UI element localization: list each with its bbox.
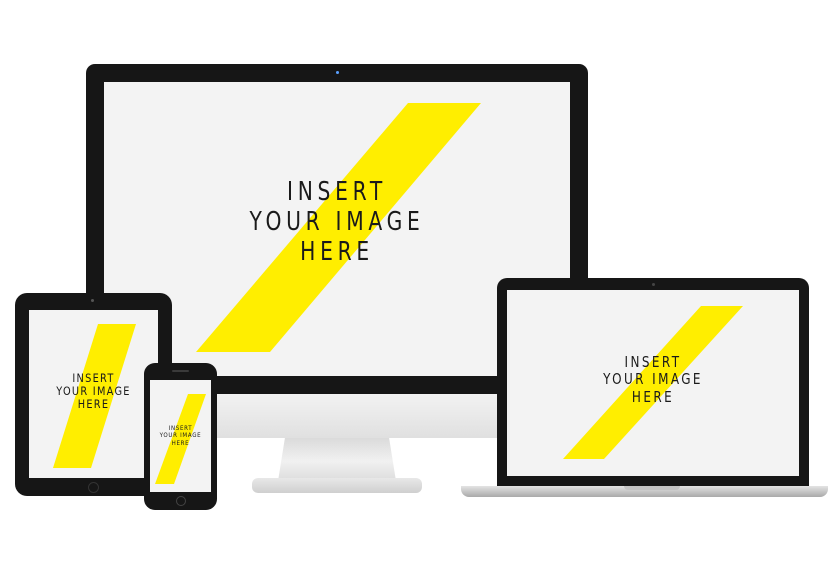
image-placeholder-text: INSERT YOUR IMAGE HERE [155, 424, 207, 447]
home-button-icon [176, 496, 186, 506]
placeholder-line: INSERT [287, 177, 387, 207]
placeholder-line: HERE [631, 387, 675, 406]
phone-screen: INSERT YOUR IMAGE HERE [150, 380, 211, 492]
monitor-stand-neck [278, 437, 396, 481]
placeholder-line: YOUR IMAGE [603, 370, 703, 389]
placeholder-line: HERE [300, 236, 374, 267]
monitor-stand-base [252, 478, 422, 493]
home-button-icon [88, 482, 99, 493]
placeholder-line: INSERT [624, 353, 682, 371]
placeholder-line: HERE [77, 397, 110, 412]
camera-dot [91, 299, 94, 302]
image-placeholder-text: INSERT YOUR IMAGE HERE [39, 371, 149, 412]
tablet-screen: INSERT YOUR IMAGE HERE [29, 310, 158, 478]
placeholder-line: YOUR IMAGE [249, 206, 425, 237]
image-placeholder-text: INSERT YOUR IMAGE HERE [536, 353, 770, 406]
image-placeholder-text: INSERT YOUR IMAGE HERE [155, 177, 518, 268]
laptop-screen: INSERT YOUR IMAGE HERE [507, 290, 799, 476]
placeholder-line: HERE [171, 438, 190, 447]
speaker-slot [172, 370, 189, 372]
laptop-notch [624, 486, 680, 490]
camera-dot [652, 283, 655, 286]
camera-dot [336, 71, 339, 74]
